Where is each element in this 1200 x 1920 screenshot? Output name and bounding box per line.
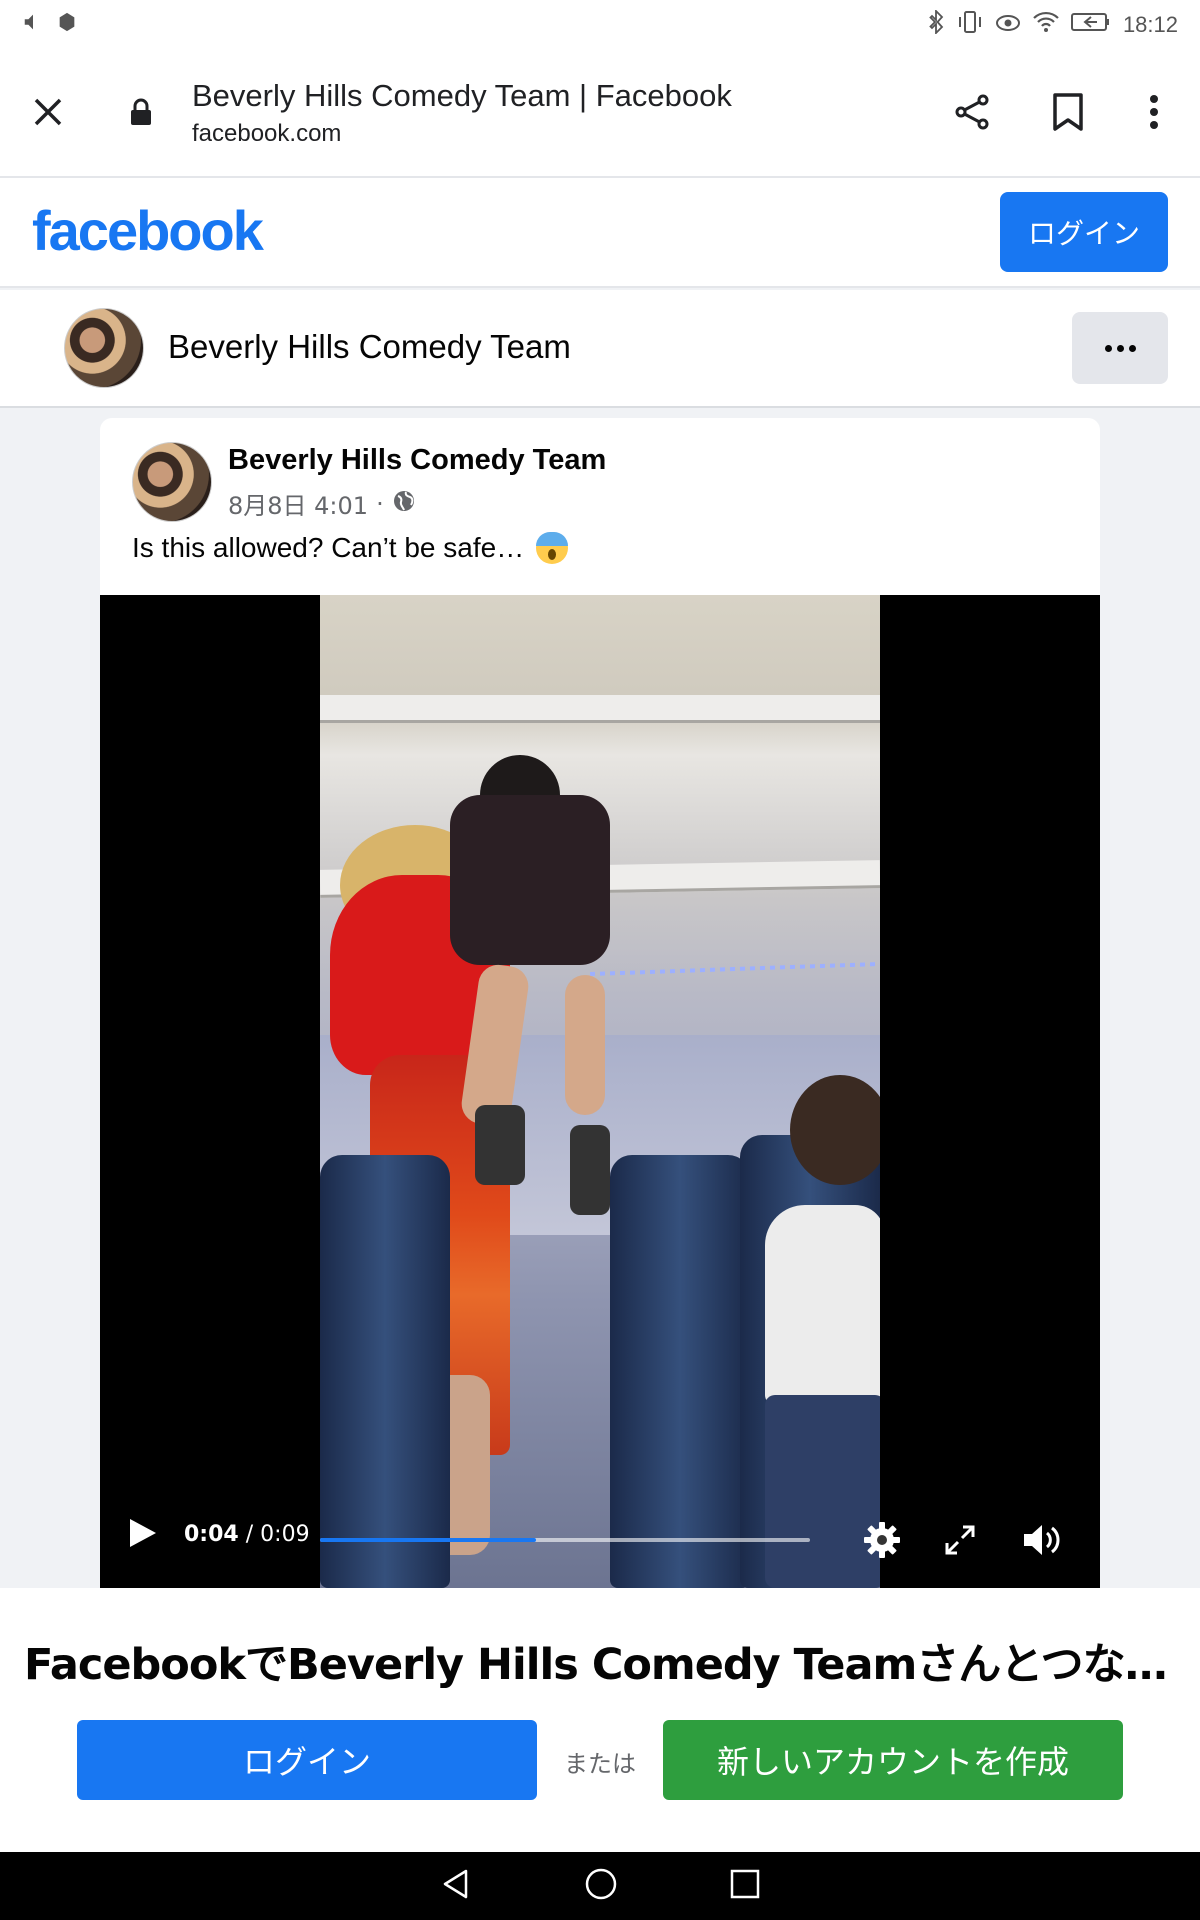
video-controls: 0:04 / 0:09 — [100, 1492, 1100, 1588]
volume-icon[interactable] — [1020, 1518, 1064, 1562]
facebook-logo[interactable]: facebook — [32, 198, 264, 263]
progress-bar[interactable] — [320, 1538, 810, 1542]
more-vert-icon[interactable] — [1130, 88, 1178, 136]
sheet-title: FacebookでBeverly Hills Comedy Teamさんとつなが… — [24, 1640, 1184, 1690]
page-title: Beverly Hills Comedy Team | Facebook — [192, 78, 732, 113]
login-prompt-sheet: FacebookでBeverly Hills Comedy Teamさんとつなが… — [0, 1588, 1200, 1852]
time-separator: / — [245, 1522, 254, 1547]
header-login-button[interactable]: ログイン — [1000, 192, 1168, 272]
volume-icon — [22, 11, 44, 39]
lock-icon — [130, 98, 152, 131]
back-icon[interactable] — [439, 1867, 473, 1906]
video-frame — [320, 595, 880, 1588]
video-time: 0:04 / 0:09 — [184, 1522, 310, 1547]
page-header: Beverly Hills Comedy Team — [0, 290, 1200, 408]
page-domain: facebook.com — [192, 120, 342, 147]
facebook-header: facebook ログイン — [0, 178, 1200, 288]
more-options-button[interactable] — [1072, 312, 1168, 384]
settings-gear-icon[interactable] — [860, 1518, 904, 1562]
post-date[interactable]: 8月8日 4:01 — [228, 486, 368, 521]
post-meta: 8月8日 4:01 · — [228, 486, 416, 521]
login-button[interactable]: ログイン — [77, 1720, 537, 1800]
app-notification-icon — [56, 11, 78, 39]
screaming-face-emoji-icon — [536, 532, 569, 564]
bluetooth-icon — [927, 8, 945, 40]
browser-toolbar: Beverly Hills Comedy Team | Facebook fac… — [0, 50, 1200, 178]
page-avatar[interactable] — [64, 308, 144, 388]
eye-comfort-icon — [995, 11, 1021, 39]
play-icon[interactable] — [126, 1516, 158, 1555]
progress-fill — [320, 1538, 536, 1542]
current-time: 0:04 — [184, 1522, 239, 1547]
or-label: または — [564, 1750, 636, 1778]
battery-icon — [1070, 11, 1111, 39]
globe-icon — [392, 489, 416, 519]
status-bar: 18:12 — [0, 0, 1200, 50]
vibrate-icon — [957, 10, 983, 40]
wifi-icon — [1033, 11, 1059, 39]
meta-separator: · — [376, 489, 384, 518]
share-icon[interactable] — [948, 88, 996, 136]
post-card: Beverly Hills Comedy Team 8月8日 4:01 · Is… — [100, 418, 1100, 1588]
post-author[interactable]: Beverly Hills Comedy Team — [228, 444, 606, 477]
status-time: 18:12 — [1122, 12, 1178, 37]
video-player[interactable]: 0:04 / 0:09 — [100, 595, 1100, 1588]
create-account-button[interactable]: 新しいアカウントを作成 — [663, 1720, 1123, 1800]
duration: 0:09 — [260, 1522, 310, 1547]
home-icon[interactable] — [583, 1866, 619, 1907]
fullscreen-icon[interactable] — [938, 1518, 982, 1562]
post-author-avatar[interactable] — [132, 442, 212, 522]
post-text: Is this allowed? Can’t be safe… — [132, 532, 569, 564]
page-name[interactable]: Beverly Hills Comedy Team — [168, 328, 571, 366]
bookmark-icon[interactable] — [1044, 88, 1092, 136]
more-dots-icon — [1104, 344, 1112, 352]
close-icon[interactable] — [26, 90, 70, 134]
post-caption: Is this allowed? Can’t be safe… — [132, 532, 525, 563]
recents-icon[interactable] — [729, 1868, 761, 1905]
system-navigation-bar — [0, 1852, 1200, 1920]
